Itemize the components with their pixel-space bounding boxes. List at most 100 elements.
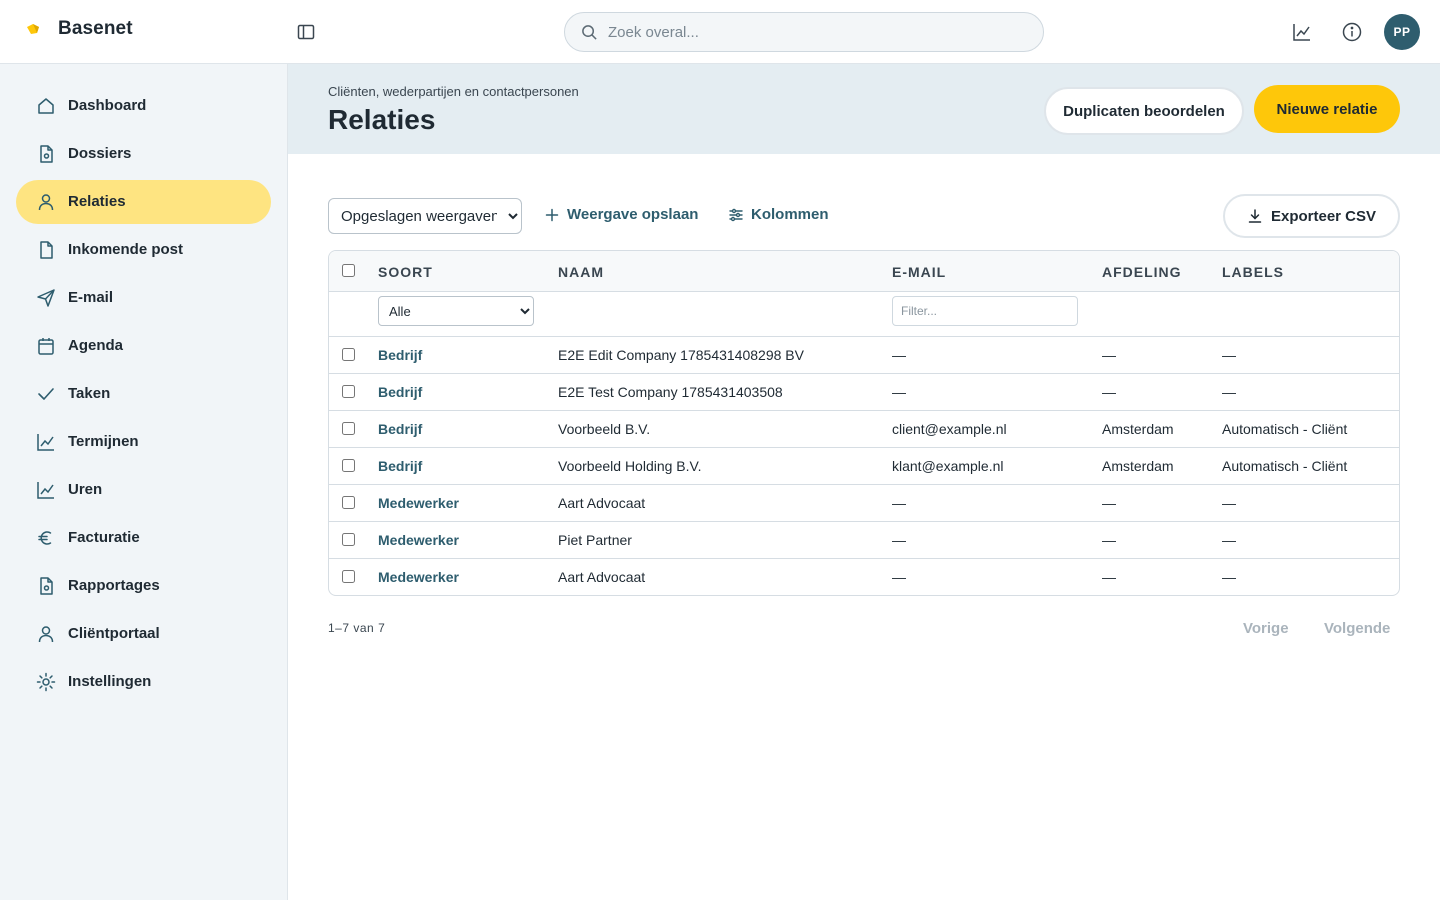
cell-name: Aart Advocaat [558, 495, 646, 511]
sidebar-item-label: Uren [68, 481, 103, 498]
sidebar-item-clientportaal[interactable]: Cliëntportaal [16, 612, 271, 656]
email-filter-input[interactable] [892, 296, 1078, 326]
table-row[interactable]: Bedrijf Voorbeeld B.V. client@example.nl… [329, 411, 1399, 448]
row-checkbox[interactable] [342, 459, 355, 472]
select-all-checkbox[interactable] [342, 264, 355, 277]
cell-name: Piet Partner [558, 532, 632, 548]
review-duplicates-button[interactable]: Duplicaten beoordelen [1044, 87, 1244, 135]
sidebar-item-label: Relaties [68, 193, 126, 210]
sidebar-toggle-icon[interactable] [296, 22, 316, 42]
cell-type-link[interactable]: Bedrijf [378, 421, 422, 437]
cell-name: E2E Test Company 1785431403508 [558, 384, 783, 400]
table-row[interactable]: Bedrijf Voorbeeld Holding B.V. klant@exa… [329, 448, 1399, 485]
sidebar-item-label: Agenda [68, 337, 124, 354]
sidebar-item-rapportages[interactable]: Rapportages [16, 564, 271, 608]
cell-email: — [892, 347, 906, 363]
page-header: Cliënten, wederpartijen en contactperson… [288, 64, 1440, 154]
column-header-naam[interactable]: NAAM [558, 264, 604, 280]
result-count: 1–7 van 7 [328, 621, 385, 635]
sidebar: Dashboard Dossiers Relaties Inkomende po… [0, 64, 288, 900]
cell-department: — [1102, 532, 1116, 548]
cell-type-link[interactable]: Medewerker [378, 532, 459, 548]
app-name: Basenet [58, 18, 133, 39]
row-checkbox[interactable] [342, 533, 355, 546]
page-subtitle: Cliënten, wederpartijen en contactperson… [328, 84, 579, 99]
cell-type-link[interactable]: Bedrijf [378, 384, 422, 400]
analytics-icon[interactable] [1291, 21, 1313, 43]
table-row[interactable]: Medewerker Aart Advocaat — — — [329, 559, 1399, 595]
previous-page-button[interactable]: Vorige [1243, 620, 1289, 637]
column-header-labels[interactable]: LABELS [1222, 264, 1284, 280]
table-row[interactable]: Medewerker Aart Advocaat — — — [329, 485, 1399, 522]
sidebar-item-facturatie[interactable]: Facturatie [16, 516, 271, 560]
sidebar-item-dashboard[interactable]: Dashboard [16, 84, 271, 128]
row-checkbox[interactable] [342, 496, 355, 509]
euro-icon [38, 531, 52, 545]
sidebar-item-label: E-mail [68, 289, 114, 306]
cell-type-link[interactable]: Bedrijf [378, 458, 422, 474]
global-search[interactable] [564, 12, 1044, 52]
next-page-button[interactable]: Volgende [1324, 620, 1390, 637]
sidebar-item-label: Instellingen [68, 673, 152, 690]
cell-labels: — [1222, 495, 1236, 511]
saved-views-select[interactable]: Opgeslagen weergaven [328, 198, 522, 234]
sidebar-item-inkomende-post[interactable]: Inkomende post [16, 228, 271, 272]
filter-row: Alle [329, 292, 1399, 337]
search-icon [582, 24, 597, 40]
cell-name: Voorbeeld Holding B.V. [558, 458, 702, 474]
cell-type-link[interactable]: Bedrijf [378, 347, 422, 363]
check-icon [38, 388, 54, 400]
sidebar-item-uren[interactable]: Uren [16, 468, 271, 512]
columns-label: Kolommen [751, 206, 829, 223]
logo[interactable]: Basenet [24, 18, 133, 40]
sidebar-item-taken[interactable]: Taken [16, 372, 271, 416]
sidebar-item-label: Cliëntportaal [68, 625, 160, 642]
sidebar-item-e-mail[interactable]: E-mail [16, 276, 271, 320]
logo-mark-icon [27, 24, 39, 34]
cell-labels: — [1222, 569, 1236, 585]
cell-labels: Automatisch - Cliënt [1222, 458, 1348, 474]
column-header-afdeling[interactable]: AFDELING [1102, 264, 1182, 280]
sidebar-item-relaties[interactable]: Relaties [16, 180, 271, 224]
cell-type-link[interactable]: Medewerker [378, 495, 459, 511]
cell-type-link[interactable]: Medewerker [378, 569, 459, 585]
cell-email: — [892, 569, 906, 585]
row-checkbox[interactable] [342, 385, 355, 398]
new-relation-button[interactable]: Nieuwe relatie [1254, 85, 1400, 133]
row-checkbox[interactable] [342, 422, 355, 435]
send-icon [37, 289, 55, 307]
info-icon[interactable] [1341, 21, 1363, 43]
cell-email: — [892, 384, 906, 400]
table-row[interactable]: Medewerker Piet Partner — — — [329, 522, 1399, 559]
cell-labels: Automatisch - Cliënt [1222, 421, 1348, 437]
cell-labels: — [1222, 347, 1236, 363]
user-avatar[interactable]: PP [1384, 14, 1420, 50]
column-header-soort[interactable]: SOORT [378, 264, 433, 280]
relations-table: SOORT NAAM E-MAIL AFDELING LABELS Alle B… [328, 250, 1400, 596]
sidebar-item-agenda[interactable]: Agenda [16, 324, 271, 368]
export-csv-button[interactable]: Exporteer CSV [1223, 194, 1400, 238]
table-row[interactable]: Bedrijf E2E Edit Company 1785431408298 B… [329, 337, 1399, 374]
soort-filter-select[interactable]: Alle [378, 296, 534, 326]
sidebar-item-label: Termijnen [68, 433, 139, 450]
columns-button[interactable]: Kolommen [729, 206, 829, 223]
cell-email: — [892, 532, 906, 548]
cell-name: Aart Advocaat [558, 569, 646, 585]
cell-department: — [1102, 569, 1116, 585]
document-icon [40, 241, 53, 259]
save-view-label: Weergave opslaan [567, 206, 699, 223]
cell-name: E2E Edit Company 1785431408298 BV [558, 347, 804, 363]
column-header-email[interactable]: E-MAIL [892, 264, 946, 280]
cell-labels: — [1222, 532, 1236, 548]
row-checkbox[interactable] [342, 348, 355, 361]
table-row[interactable]: Bedrijf E2E Test Company 1785431403508 —… [329, 374, 1399, 411]
sidebar-item-instellingen[interactable]: Instellingen [16, 660, 271, 704]
sidebar-item-dossiers[interactable]: Dossiers [16, 132, 271, 176]
sidebar-item-termijnen[interactable]: Termijnen [16, 420, 271, 464]
sidebar-item-label: Rapportages [68, 577, 160, 594]
sidebar-item-label: Dossiers [68, 145, 132, 162]
save-view-button[interactable]: Weergave opslaan [545, 206, 698, 223]
row-checkbox[interactable] [342, 570, 355, 583]
sidebar-item-label: Inkomende post [68, 241, 184, 258]
search-input[interactable] [608, 23, 1028, 41]
